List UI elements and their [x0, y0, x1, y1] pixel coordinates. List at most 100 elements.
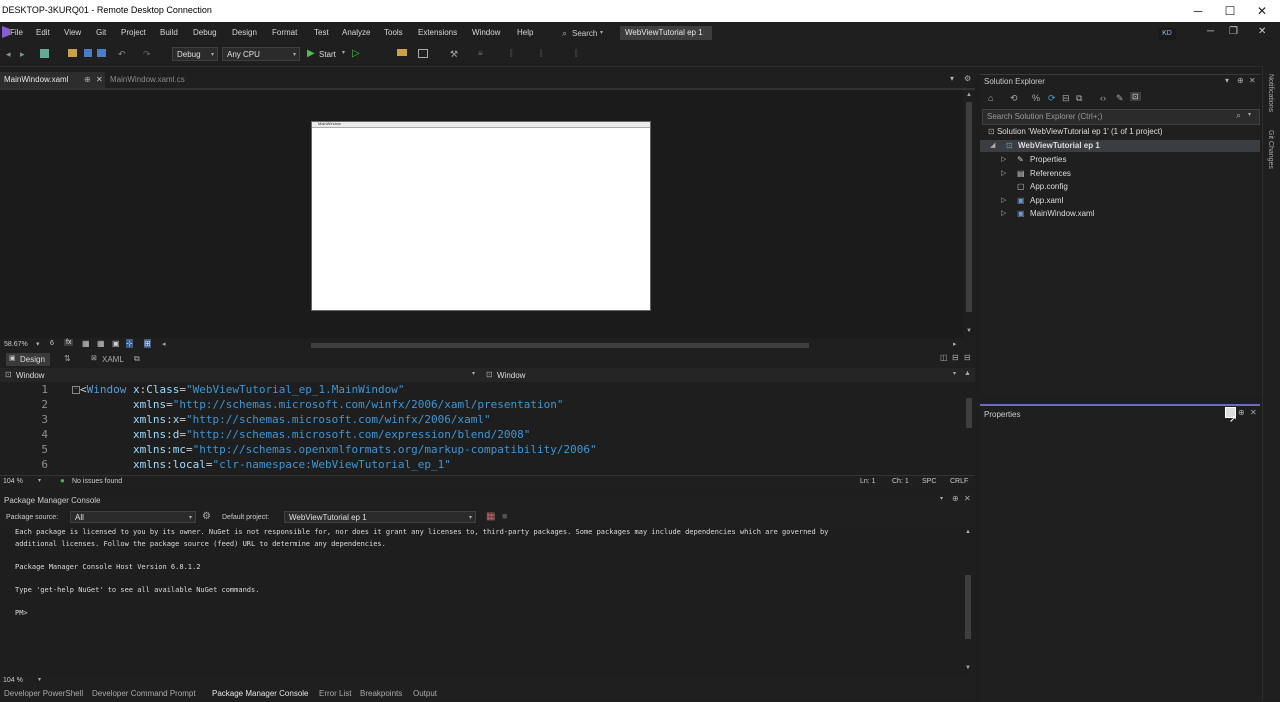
save-icon[interactable]: [84, 49, 92, 57]
solution-search-input[interactable]: Search Solution Explorer (Ctrl+;) ⌕ ▾: [982, 109, 1260, 125]
chevron-down-icon[interactable]: ▾: [36, 340, 40, 348]
properties-wrench-icon[interactable]: ✎: [1116, 93, 1124, 104]
tab-overflow-icon[interactable]: ▾: [950, 74, 954, 83]
minimize-vs-button[interactable]: ─: [1207, 26, 1214, 37]
console-output[interactable]: Each package is licensed to you by its o…: [0, 527, 960, 675]
expand-icon[interactable]: ◢: [990, 141, 995, 149]
tree-item-app-xaml[interactable]: ▷ ▣ App.xaml: [980, 195, 1260, 207]
scroll-thumb[interactable]: [965, 575, 971, 639]
show-all-files-icon[interactable]: ⧉: [1076, 93, 1082, 104]
window-preview[interactable]: MainWindow: [311, 121, 651, 311]
console-zoom[interactable]: 104 %: [3, 677, 23, 684]
vertical-split-icon[interactable]: ◫: [940, 353, 948, 362]
issues-status[interactable]: No issues found: [72, 478, 122, 485]
menu-item-design[interactable]: Design: [232, 28, 257, 37]
collapse-all-icon[interactable]: ⊟: [1062, 93, 1070, 104]
project-node[interactable]: ◢ ⊡ WebViewTutorial ep 1: [980, 140, 1260, 152]
layout-rounding-icon[interactable]: ⊹: [126, 339, 133, 348]
annotations-icon[interactable]: ⊞: [144, 339, 151, 348]
tab-mainwindow-xaml-cs[interactable]: MainWindow.xaml.cs: [106, 72, 216, 88]
start-without-debugging-icon[interactable]: ▷: [352, 48, 360, 59]
menu-item-edit[interactable]: Edit: [36, 28, 50, 37]
notifications-tab[interactable]: Notifications: [1267, 74, 1274, 112]
code-line[interactable]: xmlns:d="http://schemas.microsoft.com/ex…: [80, 428, 530, 441]
preview-selected-icon[interactable]: ⊡: [1130, 92, 1141, 101]
swap-panes-icon[interactable]: ⇅: [64, 354, 71, 363]
zoom-level[interactable]: 58.67%: [4, 341, 28, 348]
distribute-icon[interactable]: ⫿: [540, 49, 550, 59]
menu-item-build[interactable]: Build: [160, 28, 178, 37]
indent-mode[interactable]: SPC: [922, 478, 936, 485]
git-changes-tab[interactable]: Git Changes: [1267, 130, 1274, 169]
menu-item-test[interactable]: Test: [314, 28, 329, 37]
tab-design[interactable]: ▣ Design: [6, 353, 50, 366]
grid-snap-icon[interactable]: 6: [50, 340, 54, 347]
scroll-up-icon[interactable]: ▲: [964, 370, 971, 377]
back-icon[interactable]: ◂: [6, 49, 16, 59]
popout-icon[interactable]: ⧉: [134, 354, 140, 364]
pin-icon[interactable]: ⊕: [1238, 408, 1245, 417]
start-play-icon[interactable]: ▶: [307, 48, 315, 59]
forward-icon[interactable]: ▸: [20, 49, 30, 59]
snap-icon[interactable]: ▣: [112, 339, 120, 348]
tree-item-mainwindow-xaml[interactable]: ▷ ▣ MainWindow.xaml: [980, 208, 1260, 220]
menu-item-analyze[interactable]: Analyze: [342, 28, 370, 37]
close-vs-button[interactable]: ✕: [1258, 26, 1266, 37]
scroll-thumb[interactable]: [966, 398, 972, 428]
pending-changes-filter-icon[interactable]: %: [1032, 93, 1040, 103]
close-icon[interactable]: ✕: [1250, 408, 1257, 417]
package-source-dropdown[interactable]: All ▾: [70, 511, 196, 523]
maximize-button[interactable]: ☐: [1214, 0, 1246, 22]
designer-vertical-scrollbar[interactable]: ▲ ▼: [963, 90, 975, 338]
code-line[interactable]: xmlns:local="clr-namespace:WebViewTutori…: [80, 458, 451, 471]
pin-icon[interactable]: ⊕: [952, 494, 959, 503]
expand-icon[interactable]: ▷: [1001, 196, 1006, 204]
home-icon[interactable]: ⌂: [988, 93, 993, 103]
layout-icon[interactable]: ⫿: [575, 49, 585, 59]
menu-item-help[interactable]: Help: [517, 28, 533, 37]
scroll-up-icon[interactable]: ▲: [966, 92, 972, 98]
settings-icon[interactable]: ⚙: [202, 511, 211, 522]
clear-console-icon[interactable]: ▦: [486, 511, 495, 522]
sync-icon[interactable]: ⟳: [1048, 93, 1056, 104]
pin-icon[interactable]: ⊕: [1237, 76, 1244, 85]
line-ending[interactable]: CRLF: [950, 478, 968, 485]
collapse-pane-icon[interactable]: ⊟: [964, 353, 971, 362]
code-line[interactable]: xmlns:x="http://schemas.microsoft.com/wi…: [80, 413, 491, 426]
new-project-icon[interactable]: [40, 49, 49, 58]
editor-vertical-scrollbar[interactable]: [963, 382, 975, 475]
code-line[interactable]: xmlns="http://schemas.microsoft.com/winf…: [80, 398, 563, 411]
menu-item-format[interactable]: Format: [272, 28, 297, 37]
chevron-down-icon[interactable]: ▾: [1225, 76, 1229, 85]
menu-item-view[interactable]: View: [64, 28, 81, 37]
console-vertical-scrollbar[interactable]: ▲ ▼: [962, 527, 974, 675]
tab-mainwindow-xaml[interactable]: MainWindow.xaml ⊕ ✕: [0, 72, 105, 88]
default-project-dropdown[interactable]: WebViewTutorial ep 1 ▾: [284, 511, 476, 523]
code-line[interactable]: <Window x:Class="WebViewTutorial_ep_1.Ma…: [80, 383, 405, 396]
solution-node[interactable]: ⊡ Solution 'WebViewTutorial ep 1' (1 of …: [988, 127, 1163, 136]
undo-icon[interactable]: ↶: [118, 49, 128, 59]
grid-lines-icon[interactable]: ▦: [97, 339, 105, 348]
chevron-down-icon[interactable]: ▾: [38, 477, 41, 484]
tool-tab-package-manager-console[interactable]: Package Manager Console: [212, 689, 309, 698]
pin-icon[interactable]: ⊕: [84, 72, 91, 88]
effects-icon[interactable]: fx: [64, 339, 74, 346]
expand-icon[interactable]: ▷: [1001, 209, 1006, 217]
view-code-icon[interactable]: ‹›: [1100, 93, 1106, 103]
configuration-dropdown[interactable]: Debug ▾: [172, 47, 218, 61]
comment-icon[interactable]: ≡: [478, 49, 488, 59]
editor-zoom[interactable]: 104 %: [3, 478, 23, 485]
chevron-down-icon[interactable]: ▾: [940, 495, 943, 502]
xaml-nav-left[interactable]: Window: [16, 371, 44, 380]
close-button[interactable]: ✕: [1246, 0, 1278, 22]
menu-item-file[interactable]: File: [10, 28, 23, 37]
horizontal-scroll-thumb[interactable]: [311, 343, 809, 348]
chevron-down-icon[interactable]: ▾: [953, 370, 956, 377]
redo-icon[interactable]: ↷: [143, 49, 153, 59]
tab-xaml[interactable]: ⊠ XAML: [88, 353, 132, 366]
scroll-up-icon[interactable]: ▲: [965, 529, 971, 535]
xaml-code-editor[interactable]: − 1 <Window x:Class="WebViewTutorial_ep_1…: [0, 382, 975, 475]
tree-item-properties[interactable]: ▷ ✎ Properties: [980, 154, 1260, 166]
scroll-thumb[interactable]: [966, 102, 972, 312]
browse-icon[interactable]: [418, 49, 428, 58]
